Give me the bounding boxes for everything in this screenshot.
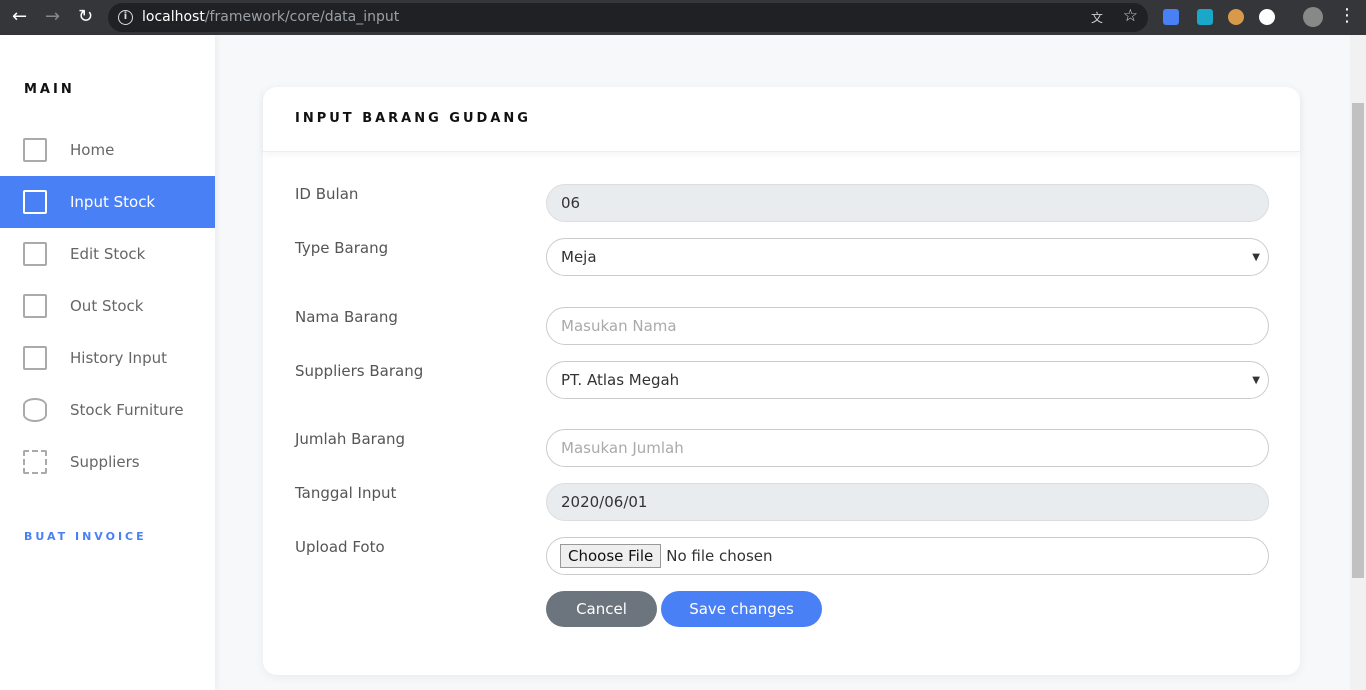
nama-barang-placeholder: Masukan Nama: [561, 317, 677, 335]
scrollbar[interactable]: [1350, 35, 1366, 690]
label-nama-barang: Nama Barang: [295, 308, 398, 326]
sidebar-item-label: Edit Stock: [70, 245, 146, 263]
browser-toolbar: ← → ↻ i localhost/framework/core/data_in…: [0, 0, 1366, 35]
document-icon: [23, 190, 47, 214]
tanggal-input-field[interactable]: 2020/06/01: [546, 483, 1269, 521]
sidebar: MAIN Home Input Stock Edit Stock Out Sto…: [0, 35, 215, 690]
sidebar-item-label: Home: [70, 141, 115, 159]
label-jumlah-barang: Jumlah Barang: [295, 430, 406, 448]
extension-icon[interactable]: [1259, 9, 1275, 25]
jumlah-barang-input[interactable]: Masukan Jumlah: [546, 429, 1269, 467]
extension-icon[interactable]: [1197, 9, 1213, 25]
label-upload-foto: Upload Foto: [295, 538, 385, 556]
google-translate-extension-icon[interactable]: [1163, 9, 1179, 25]
address-bar[interactable]: i localhost/framework/core/data_input 文 …: [108, 3, 1148, 32]
upload-foto-input[interactable]: Choose File No file chosen: [546, 537, 1269, 575]
label-type-barang: Type Barang: [295, 239, 389, 257]
extension-icon[interactable]: [1228, 9, 1244, 25]
sidebar-item-input-stock[interactable]: Input Stock: [0, 176, 215, 228]
buat-invoice-link[interactable]: BUAT INVOICE: [24, 530, 147, 543]
scrollbar-thumb[interactable]: [1352, 103, 1364, 578]
choose-file-button[interactable]: Choose File: [560, 544, 662, 568]
jumlah-barang-placeholder: Masukan Jumlah: [561, 439, 684, 457]
type-barang-value: Meja: [561, 248, 597, 266]
file-status: No file chosen: [666, 547, 773, 565]
id-bulan-value: 06: [561, 194, 581, 212]
chevron-down-icon: ▼: [1252, 251, 1260, 263]
url-path: /framework/core/data_input: [204, 9, 400, 25]
sidebar-item-stock-furniture[interactable]: Stock Furniture: [0, 384, 215, 436]
sidebar-item-label: Suppliers: [70, 453, 140, 471]
sidebar-item-label: Stock Furniture: [70, 401, 184, 419]
sidebar-item-suppliers[interactable]: Suppliers: [0, 436, 215, 488]
menu-icon[interactable]: ⋮: [1338, 5, 1356, 27]
star-icon[interactable]: ☆: [1123, 6, 1138, 26]
table-icon: [23, 346, 47, 370]
label-tanggal-input: Tanggal Input: [295, 484, 397, 502]
url-host: localhost: [142, 9, 205, 25]
form-title: INPUT BARANG GUDANG: [263, 87, 1300, 152]
avatar[interactable]: [1303, 7, 1323, 27]
clipboard-icon: [23, 242, 47, 266]
sidebar-item-history-input[interactable]: History Input: [0, 332, 215, 384]
database-icon: [23, 398, 47, 422]
sidebar-item-label: Out Stock: [70, 297, 144, 315]
suppliers-barang-value: PT. Atlas Megah: [561, 371, 680, 389]
sidebar-item-label: History Input: [70, 349, 167, 367]
chevron-down-icon: ▼: [1252, 374, 1260, 386]
cancel-button[interactable]: Cancel: [546, 591, 657, 627]
save-changes-button[interactable]: Save changes: [661, 591, 822, 627]
id-bulan-input[interactable]: 06: [546, 184, 1269, 222]
label-id-bulan: ID Bulan: [295, 185, 359, 203]
forward-icon[interactable]: →: [45, 6, 60, 28]
type-barang-select[interactable]: Meja ▼: [546, 238, 1269, 276]
grid-icon: [23, 450, 47, 474]
sidebar-item-edit-stock[interactable]: Edit Stock: [0, 228, 215, 280]
sidebar-item-out-stock[interactable]: Out Stock: [0, 280, 215, 332]
suppliers-barang-select[interactable]: PT. Atlas Megah ▼: [546, 361, 1269, 399]
info-icon[interactable]: i: [118, 10, 133, 25]
back-icon[interactable]: ←: [12, 6, 27, 28]
section-main: MAIN: [24, 82, 75, 97]
nama-barang-input[interactable]: Masukan Nama: [546, 307, 1269, 345]
reload-icon[interactable]: ↻: [78, 6, 93, 28]
sidebar-item-label: Input Stock: [70, 193, 156, 211]
exit-icon: [23, 294, 47, 318]
label-suppliers-barang: Suppliers Barang: [295, 362, 424, 380]
sidebar-item-home[interactable]: Home: [0, 124, 215, 176]
tanggal-input-value: 2020/06/01: [561, 493, 648, 511]
translate-icon[interactable]: 文: [1091, 9, 1103, 26]
home-icon: [23, 138, 47, 162]
